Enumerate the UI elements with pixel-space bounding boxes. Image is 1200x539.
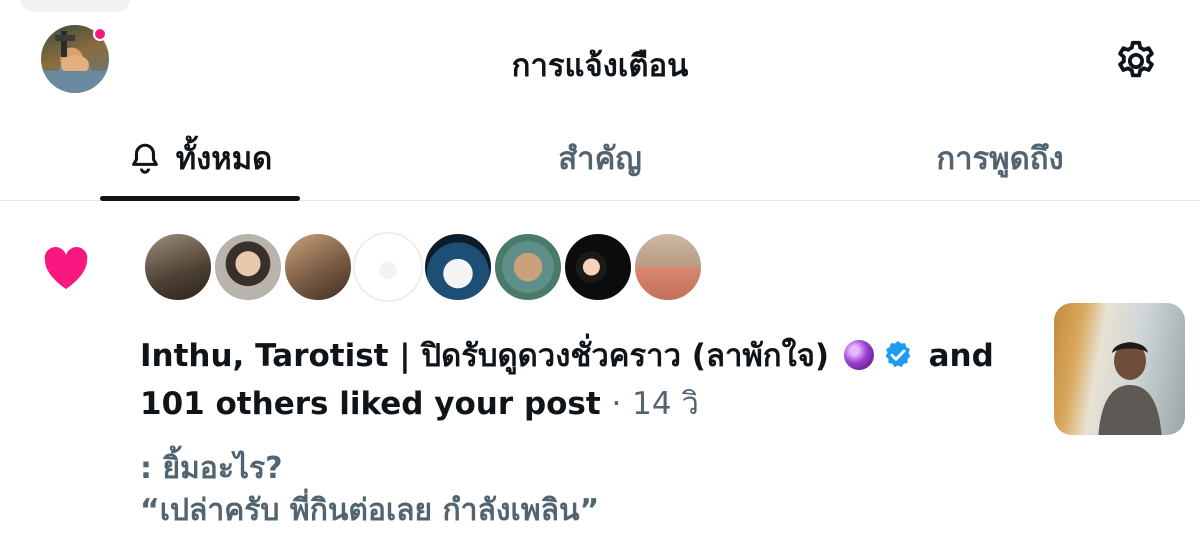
liker-avatar[interactable] — [633, 232, 703, 302]
verified-badge-icon — [885, 341, 911, 368]
notification-dot — [93, 27, 107, 41]
timestamp[interactable]: 14 วิ — [632, 386, 699, 422]
person-photo — [1098, 342, 1162, 435]
notification-text: Inthu, Tarotist | ปิดรับดูดวงชั่วคราว (ล… — [140, 332, 1020, 428]
post-thumbnail[interactable] — [1054, 303, 1185, 435]
liker-avatar[interactable] — [353, 232, 423, 302]
actor-name[interactable]: Inthu, Tarotist | ปิดรับดูดวงชั่วคราว (ล… — [140, 338, 829, 374]
meta-separator: · — [611, 386, 622, 422]
actor-suffix: and — [928, 338, 994, 374]
tab-all[interactable]: ทั้งหมด — [100, 115, 300, 201]
action-text: 101 others liked your post — [140, 386, 601, 422]
liker-avatar[interactable] — [283, 232, 353, 302]
tab-bar: ทั้งหมด สำคัญ การพูดถึง — [0, 115, 1200, 201]
crystal-ball-emoji — [843, 340, 874, 370]
tab-mentions-label: การพูดถึง — [936, 141, 1064, 177]
notification-item[interactable]: Inthu, Tarotist | ปิดรับดูดวงชั่วคราว (ล… — [0, 202, 1200, 539]
post-preview-line: “เปล่าครับ พี่กินต่อเลย กำลังเพลิน” — [140, 493, 600, 528]
page-title: การแจ้งเตือน — [511, 48, 689, 84]
tab-mentions[interactable]: การพูดถึง — [900, 115, 1100, 201]
heart-icon — [44, 247, 88, 289]
bell-icon — [131, 143, 158, 174]
liker-avatar[interactable] — [493, 232, 563, 302]
header: การแจ้งเตือน — [0, 0, 1200, 115]
liker-avatar[interactable] — [143, 232, 213, 302]
gear-icon — [1118, 40, 1154, 78]
post-preview-line: : ยิ้มอะไร? — [140, 451, 283, 486]
tab-important-label: สำคัญ — [558, 141, 642, 177]
tab-all-label: ทั้งหมด — [175, 141, 273, 177]
liker-avatar[interactable] — [213, 232, 283, 302]
post-preview[interactable]: : ยิ้มอะไร? “เปล่าครับ พี่กินต่อเลย กำลั… — [140, 448, 1020, 532]
liker-avatar[interactable] — [423, 232, 493, 302]
tab-important[interactable]: สำคัญ — [500, 115, 700, 201]
settings-button[interactable] — [1113, 38, 1159, 84]
liker-avatar[interactable] — [563, 232, 633, 302]
active-tab-indicator — [100, 196, 300, 201]
